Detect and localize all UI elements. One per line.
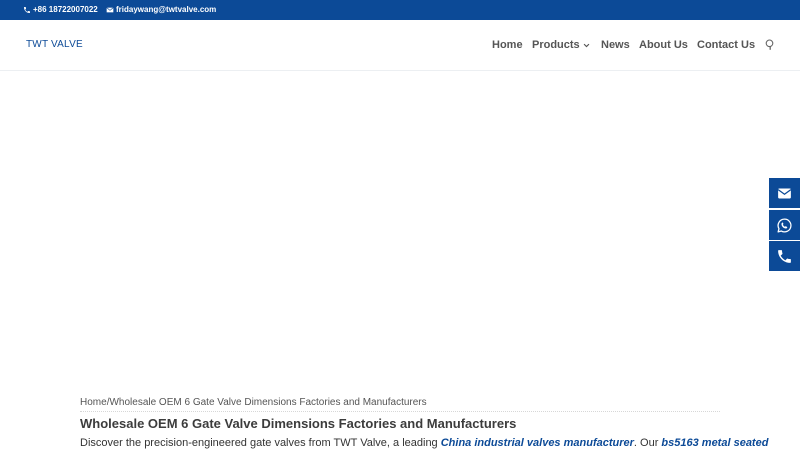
side-email-button[interactable]: [769, 178, 800, 208]
phone-icon: [24, 6, 30, 13]
nav-about-us[interactable]: About Us: [639, 39, 688, 51]
nav-home[interactable]: Home: [492, 39, 523, 51]
intro-paragraph: Discover the precision-engineered gate v…: [80, 437, 768, 449]
side-whatsapp-button[interactable]: [769, 210, 800, 240]
topbar-email[interactable]: fridaywang@twtvalve.com: [106, 5, 216, 14]
site-logo[interactable]: TWT VALVE: [26, 39, 83, 50]
topbar-phone-text: +86 18722007022: [33, 5, 98, 14]
breadcrumb-current: Wholesale OEM 6 Gate Valve Dimensions Fa…: [109, 397, 427, 408]
intro-text-1: Discover the precision-engineered gate v…: [80, 437, 441, 449]
whatsapp-icon: [777, 217, 792, 233]
side-phone-button[interactable]: [769, 241, 800, 271]
topbar-phone[interactable]: +86 18722007022: [23, 5, 98, 14]
envelope-icon: [777, 188, 792, 198]
intro-text-2: . Our: [633, 437, 662, 449]
nav-products[interactable]: Products: [532, 39, 590, 51]
top-contact-bar: +86 18722007022 fridaywang@twtvalve.com: [0, 0, 800, 20]
nav-news[interactable]: News: [601, 39, 630, 51]
page-title: Wholesale OEM 6 Gate Valve Dimensions Fa…: [80, 416, 517, 431]
search-icon[interactable]: [765, 39, 775, 50]
breadcrumb: Home/Wholesale OEM 6 Gate Valve Dimensio…: [80, 397, 720, 412]
phone-icon: [778, 249, 791, 263]
topbar-email-text: fridaywang@twtvalve.com: [116, 5, 217, 14]
envelope-icon: [106, 6, 114, 12]
nav-products-label: Products: [532, 39, 580, 51]
intro-link-manufacturer[interactable]: China industrial valves manufacturer: [441, 437, 634, 449]
chevron-down-icon: [583, 43, 590, 47]
intro-link-bs5163[interactable]: bs5163 metal seated: [661, 437, 768, 449]
site-header: TWT VALVE Home Products News About Us Co…: [0, 20, 800, 71]
breadcrumb-home[interactable]: Home: [80, 397, 107, 408]
nav-contact-us[interactable]: Contact Us: [697, 39, 755, 51]
